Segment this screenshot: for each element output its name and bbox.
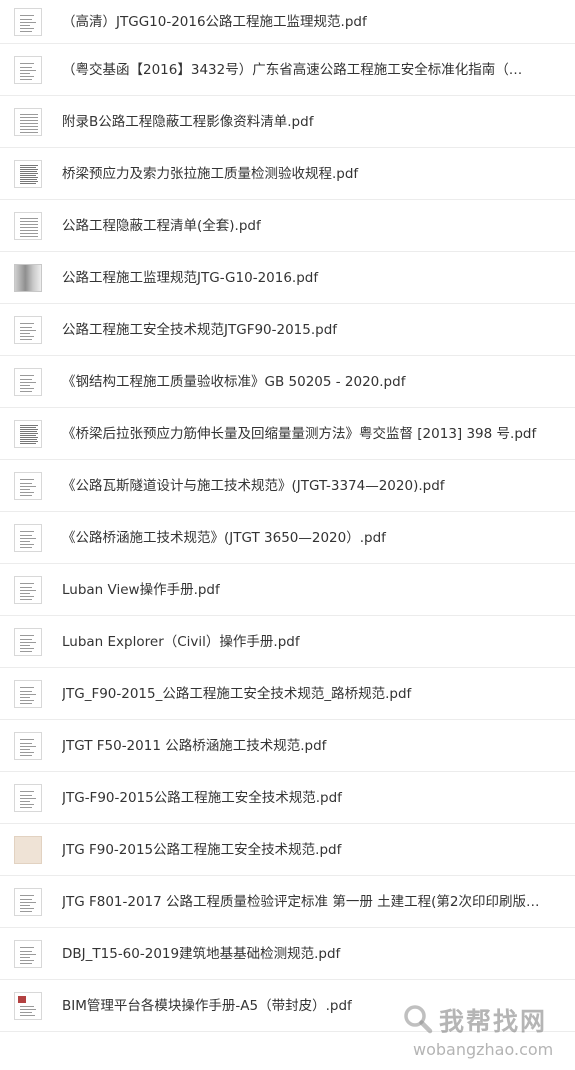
file-row[interactable]: JTG F90-2015公路工程施工安全技术规范.pdf <box>0 824 575 876</box>
pdf-thumbnail-icon <box>14 7 42 36</box>
pdf-thumbnail-icon <box>14 367 42 396</box>
pdf-thumbnail-icon <box>14 159 42 188</box>
file-row[interactable]: DBJ_T15-60-2019建筑地基基础检测规范.pdf <box>0 928 575 980</box>
watermark-url: wobangzhao.com <box>413 1040 554 1059</box>
file-row[interactable]: Luban View操作手册.pdf <box>0 564 575 616</box>
file-name: Luban Explorer（Civil）操作手册.pdf <box>62 633 300 650</box>
pdf-thumbnail-icon <box>14 211 42 240</box>
file-name: 桥梁预应力及索力张拉施工质量检测验收规程.pdf <box>62 165 359 182</box>
pdf-thumbnail-icon <box>14 419 42 448</box>
file-name: 《公路桥涵施工技术规范》(JTGT 3650—2020）.pdf <box>62 529 386 546</box>
file-row[interactable]: 桥梁预应力及索力张拉施工质量检测验收规程.pdf <box>0 148 575 200</box>
file-row[interactable]: 附录B公路工程隐蔽工程影像资料清单.pdf <box>0 96 575 148</box>
file-name: 《桥梁后拉张预应力筋伸长量及回缩量量测方法》粤交监督 [2013] 398 号.… <box>62 425 537 442</box>
file-row[interactable]: 《公路桥涵施工技术规范》(JTGT 3650—2020）.pdf <box>0 512 575 564</box>
pdf-thumbnail-icon <box>14 783 42 812</box>
pdf-thumbnail-icon <box>14 627 42 656</box>
pdf-thumbnail-icon <box>14 835 42 864</box>
file-name: 公路工程隐蔽工程清单(全套).pdf <box>62 217 261 234</box>
file-row[interactable]: JTGT F50-2011 公路桥涵施工技术规范.pdf <box>0 720 575 772</box>
file-row[interactable]: （高清）JTGG10-2016公路工程施工监理规范.pdf <box>0 0 575 44</box>
magnifier-icon <box>404 1005 433 1034</box>
file-name: JTG F801-2017 公路工程质量检验评定标准 第一册 土建工程(第2次印… <box>62 893 540 910</box>
file-name: （粤交基函【2016】3432号）广东省高速公路工程施工安全标准化指南（… <box>62 61 523 78</box>
pdf-thumbnail-icon <box>14 315 42 344</box>
file-row[interactable]: JTG F801-2017 公路工程质量检验评定标准 第一册 土建工程(第2次印… <box>0 876 575 928</box>
file-name: （高清）JTGG10-2016公路工程施工监理规范.pdf <box>62 13 367 30</box>
file-name: 《钢结构工程施工质量验收标准》GB 50205 - 2020.pdf <box>62 373 406 390</box>
file-row[interactable]: Luban Explorer（Civil）操作手册.pdf <box>0 616 575 668</box>
pdf-thumbnail-icon <box>14 107 42 136</box>
file-row[interactable]: 《钢结构工程施工质量验收标准》GB 50205 - 2020.pdf <box>0 356 575 408</box>
file-name: 附录B公路工程隐蔽工程影像资料清单.pdf <box>62 113 314 130</box>
file-list: （高清）JTGG10-2016公路工程施工监理规范.pdf （粤交基函【2016】… <box>0 0 575 1032</box>
file-row[interactable]: JTG_F90-2015_公路工程施工安全技术规范_路桥规范.pdf <box>0 668 575 720</box>
pdf-thumbnail-icon <box>14 679 42 708</box>
pdf-thumbnail-icon <box>14 575 42 604</box>
file-row[interactable]: 《公路瓦斯隧道设计与施工技术规范》(JTGT-3374—2020).pdf <box>0 460 575 512</box>
pdf-thumbnail-icon <box>14 939 42 968</box>
file-name: JTG F90-2015公路工程施工安全技术规范.pdf <box>62 841 342 858</box>
file-name: DBJ_T15-60-2019建筑地基基础检测规范.pdf <box>62 945 341 962</box>
pdf-thumbnail-icon <box>14 991 42 1020</box>
file-name: 《公路瓦斯隧道设计与施工技术规范》(JTGT-3374—2020).pdf <box>62 477 445 494</box>
pdf-thumbnail-icon <box>14 731 42 760</box>
pdf-thumbnail-icon <box>14 471 42 500</box>
pdf-thumbnail-icon <box>14 263 42 292</box>
file-name: JTG_F90-2015_公路工程施工安全技术规范_路桥规范.pdf <box>62 685 412 702</box>
file-row[interactable]: 公路工程隐蔽工程清单(全套).pdf <box>0 200 575 252</box>
file-row[interactable]: 公路工程施工监理规范JTG-G10-2016.pdf <box>0 252 575 304</box>
file-name: JTG-F90-2015公路工程施工安全技术规范.pdf <box>62 789 342 806</box>
watermark: 我帮找网 wobangzhao.com <box>397 998 567 1062</box>
file-name: JTGT F50-2011 公路桥涵施工技术规范.pdf <box>62 737 327 754</box>
file-row[interactable]: JTG-F90-2015公路工程施工安全技术规范.pdf <box>0 772 575 824</box>
pdf-thumbnail-icon <box>14 55 42 84</box>
file-row[interactable]: （粤交基函【2016】3432号）广东省高速公路工程施工安全标准化指南（… <box>0 44 575 96</box>
file-name: Luban View操作手册.pdf <box>62 581 220 598</box>
pdf-thumbnail-icon <box>14 887 42 916</box>
watermark-brand: 我帮找网 <box>439 1007 548 1036</box>
file-row[interactable]: 公路工程施工安全技术规范JTGF90-2015.pdf <box>0 304 575 356</box>
file-name: 公路工程施工安全技术规范JTGF90-2015.pdf <box>62 321 338 338</box>
file-name: 公路工程施工监理规范JTG-G10-2016.pdf <box>62 269 319 286</box>
pdf-thumbnail-icon <box>14 523 42 552</box>
file-row[interactable]: 《桥梁后拉张预应力筋伸长量及回缩量量测方法》粤交监督 [2013] 398 号.… <box>0 408 575 460</box>
